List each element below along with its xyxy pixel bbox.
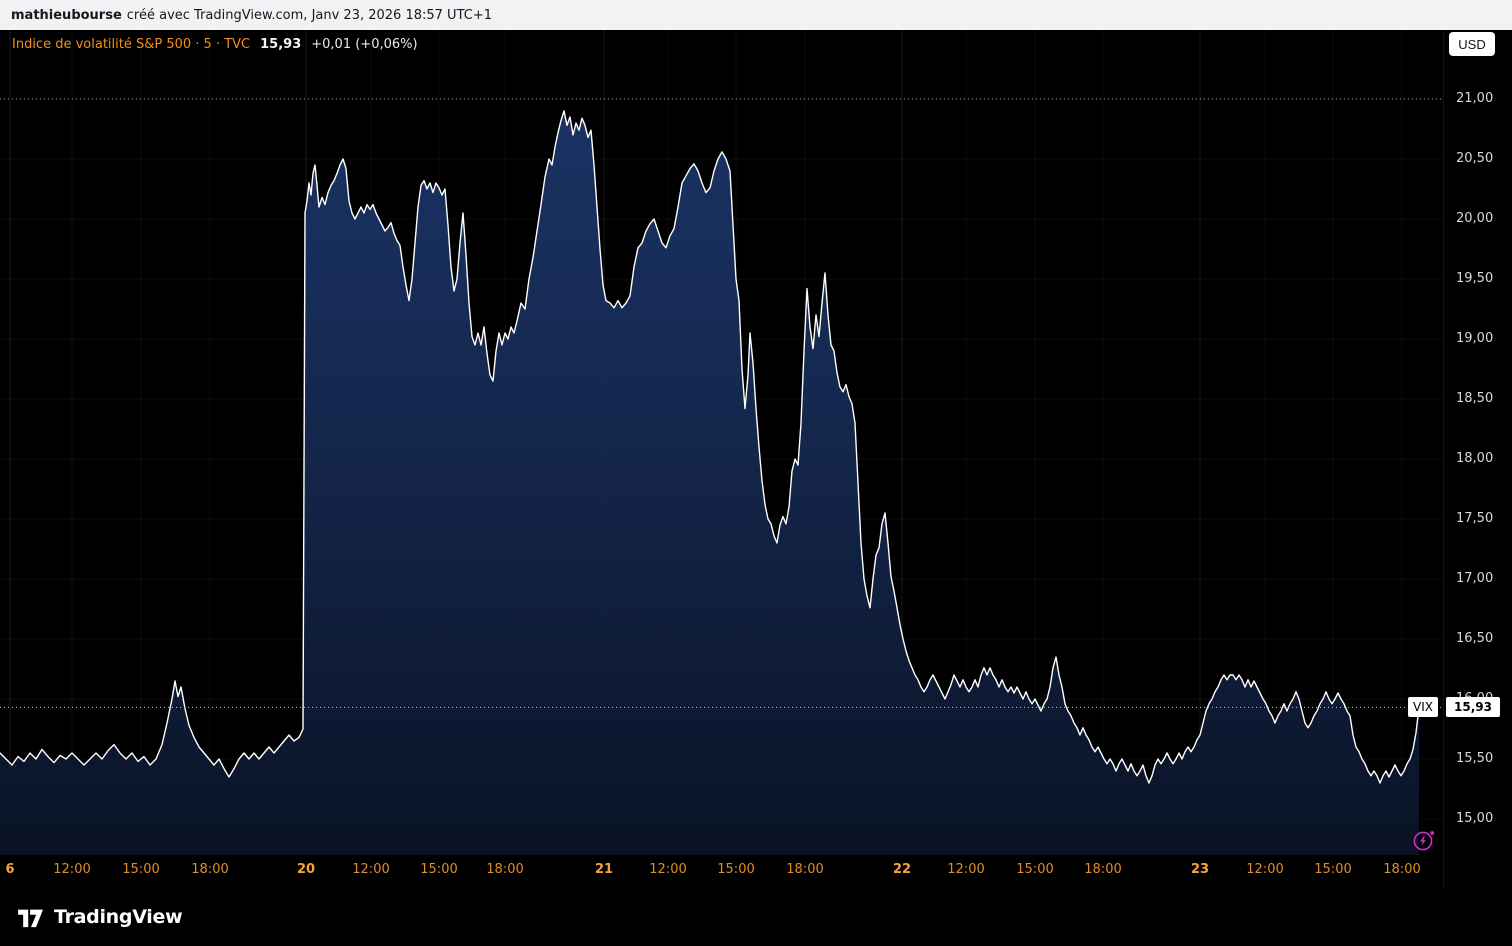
time-axis-label: 12:00 — [649, 862, 687, 877]
price-axis-label: 18,50 — [1456, 391, 1494, 406]
price-axis-label: 20,50 — [1456, 151, 1494, 166]
time-axis-label: 12:00 — [352, 862, 390, 877]
price-axis-label: 16,50 — [1456, 631, 1494, 646]
price-axis-label: 15,00 — [1456, 811, 1494, 826]
price-axis-label: 20,00 — [1456, 211, 1494, 226]
time-axis-label: 18:00 — [486, 862, 524, 877]
time-axis-label: 15:00 — [122, 862, 160, 877]
boost-button[interactable] — [1410, 827, 1438, 855]
current-price-tag: 15,93 — [1446, 697, 1500, 718]
time-axis[interactable]: 6 12:00 15:00 18:00 20 12:00 15:00 18:00 21 12:00… — [0, 855, 1443, 888]
time-axis-label: 12:00 — [1246, 862, 1284, 877]
footer: TradingView — [0, 888, 1512, 946]
price-axis-label: 17,00 — [1456, 571, 1494, 586]
symbol-title[interactable]: Indice de volatilité S&P 500 · 5 · TVC — [12, 37, 250, 52]
time-axis-label: 15:00 — [1314, 862, 1352, 877]
lightning-icon — [1413, 831, 1435, 851]
time-axis-label: 18:00 — [786, 862, 824, 877]
legend-last-price: 15,93 — [260, 37, 302, 52]
price-axis-label: 18,00 — [1456, 451, 1494, 466]
price-axis-label: 19,00 — [1456, 331, 1494, 346]
price-axis-label: 19,50 — [1456, 271, 1494, 286]
attribution-text: créé avec TradingView.com, Janv 23, 2026… — [126, 7, 492, 23]
time-axis-label: 6 — [5, 862, 15, 877]
time-axis-label: 15:00 — [420, 862, 458, 877]
price-axis-label: 17,50 — [1456, 511, 1494, 526]
price-chart-svg[interactable] — [0, 30, 1443, 855]
vix-symbol-tag: VIX — [1408, 697, 1438, 718]
tradingview-wordmark[interactable]: TradingView — [54, 906, 183, 928]
time-axis-label: 20 — [296, 862, 316, 877]
tradingview-published-chart: { "header": { "user": "mathieubourse", "… — [0, 0, 1512, 946]
time-axis-label: 12:00 — [947, 862, 985, 877]
time-axis-label: 21 — [594, 862, 614, 877]
time-axis-label: 23 — [1190, 862, 1210, 877]
time-axis-label: 18:00 — [1383, 862, 1421, 877]
price-axis-label: 15,50 — [1456, 751, 1494, 766]
area-fill — [0, 111, 1419, 855]
time-axis-label: 15:00 — [717, 862, 755, 877]
tradingview-logo-icon[interactable] — [18, 905, 44, 929]
price-axis[interactable]: 21,00 20,50 20,00 19,50 19,00 18,50 18,00 17,50… — [1443, 30, 1512, 888]
time-axis-label: 22 — [892, 862, 912, 877]
attribution-bar: mathieubourse créé avec TradingView.com,… — [0, 0, 1512, 30]
time-axis-label: 12:00 — [53, 862, 91, 877]
legend-change: +0,01 (+0,06%) — [311, 37, 418, 52]
legend: Indice de volatilité S&P 500 · 5 · TVC 1… — [12, 37, 418, 52]
time-axis-label: 18:00 — [1084, 862, 1122, 877]
currency-button[interactable]: USD — [1449, 32, 1495, 56]
author-name: mathieubourse — [11, 7, 122, 23]
price-axis-label: 21,00 — [1456, 91, 1494, 106]
time-axis-label: 18:00 — [191, 862, 229, 877]
time-axis-label: 15:00 — [1016, 862, 1054, 877]
